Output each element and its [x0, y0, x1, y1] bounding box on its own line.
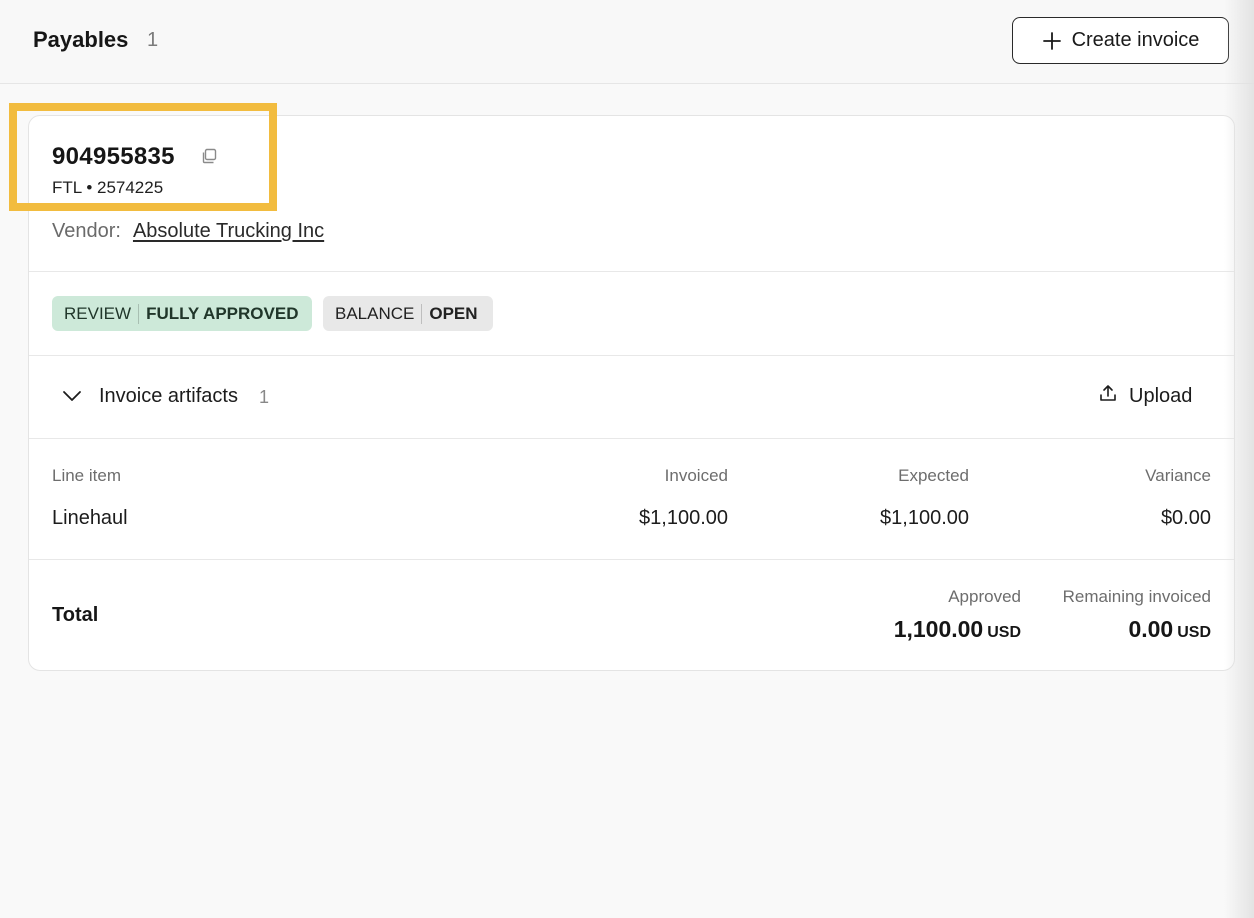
vendor-row: Vendor: Absolute Trucking Inc	[52, 220, 324, 243]
approved-value: 1,100.00	[893, 616, 984, 642]
invoice-artifacts-section: Invoice artifacts 1 Upload	[29, 356, 1234, 438]
payables-count: 1	[147, 29, 159, 51]
review-badge-value: FULLY APPROVED	[146, 303, 299, 323]
invoice-artifacts-label[interactable]: Invoice artifacts	[99, 385, 238, 408]
remaining-invoiced-label: Remaining invoiced	[1062, 587, 1211, 606]
invoice-card: 904955835 FTL • 2574225 Vendor: Absolute…	[28, 115, 1235, 671]
balance-status-badge: BALANCE OPEN	[323, 296, 493, 331]
variance-amount: $0.00	[1160, 507, 1211, 529]
payables-page: Payables 1 Create invoice 904955835 FTL …	[0, 0, 1254, 918]
column-header-expected: Expected	[898, 466, 969, 485]
invoice-artifacts-count: 1	[259, 387, 270, 407]
approved-total: 1,100.00 USD	[821, 616, 1021, 643]
page-title: Payables	[33, 27, 129, 52]
remaining-value: 0.00	[1128, 616, 1174, 642]
remaining-currency: USD	[1177, 624, 1211, 641]
vendor-link[interactable]: Absolute Trucking Inc	[133, 220, 324, 243]
expected-amount: $1,100.00	[880, 507, 969, 529]
upload-label: Upload	[1129, 384, 1193, 407]
line-item-name: Linehaul	[52, 507, 128, 529]
approved-label: Approved	[948, 587, 1021, 606]
divider	[29, 559, 1234, 560]
review-badge-label: REVIEW	[64, 303, 132, 323]
divider	[29, 438, 1234, 439]
column-header-invoiced: Invoiced	[664, 466, 728, 485]
plus-icon	[1042, 31, 1062, 51]
create-invoice-label: Create invoice	[1071, 29, 1200, 51]
vendor-label: Vendor:	[52, 220, 121, 242]
load-reference: FTL • 2574225	[52, 178, 164, 197]
invoiced-amount: $1,100.00	[639, 507, 728, 529]
upload-button[interactable]: Upload	[1099, 384, 1192, 408]
balance-badge-value: OPEN	[429, 303, 478, 323]
badge-separator	[138, 303, 140, 324]
balance-badge-label: BALANCE	[335, 303, 415, 323]
remaining-invoiced-total: 0.00 USD	[1011, 616, 1211, 643]
page-header: Payables 1 Create invoice	[0, 0, 1254, 84]
upload-icon	[1099, 384, 1117, 408]
create-invoice-button[interactable]: Create invoice	[1012, 17, 1229, 64]
chevron-down-icon[interactable]	[62, 389, 82, 408]
total-label: Total	[52, 604, 99, 626]
divider	[29, 271, 1234, 272]
column-header-line-item: Line item	[52, 466, 121, 485]
badge-separator	[421, 303, 423, 324]
column-header-variance: Variance	[1145, 466, 1211, 485]
review-status-badge: REVIEW FULLY APPROVED	[52, 296, 312, 331]
invoice-number: 904955835	[52, 143, 175, 170]
copy-icon[interactable]	[200, 147, 218, 170]
